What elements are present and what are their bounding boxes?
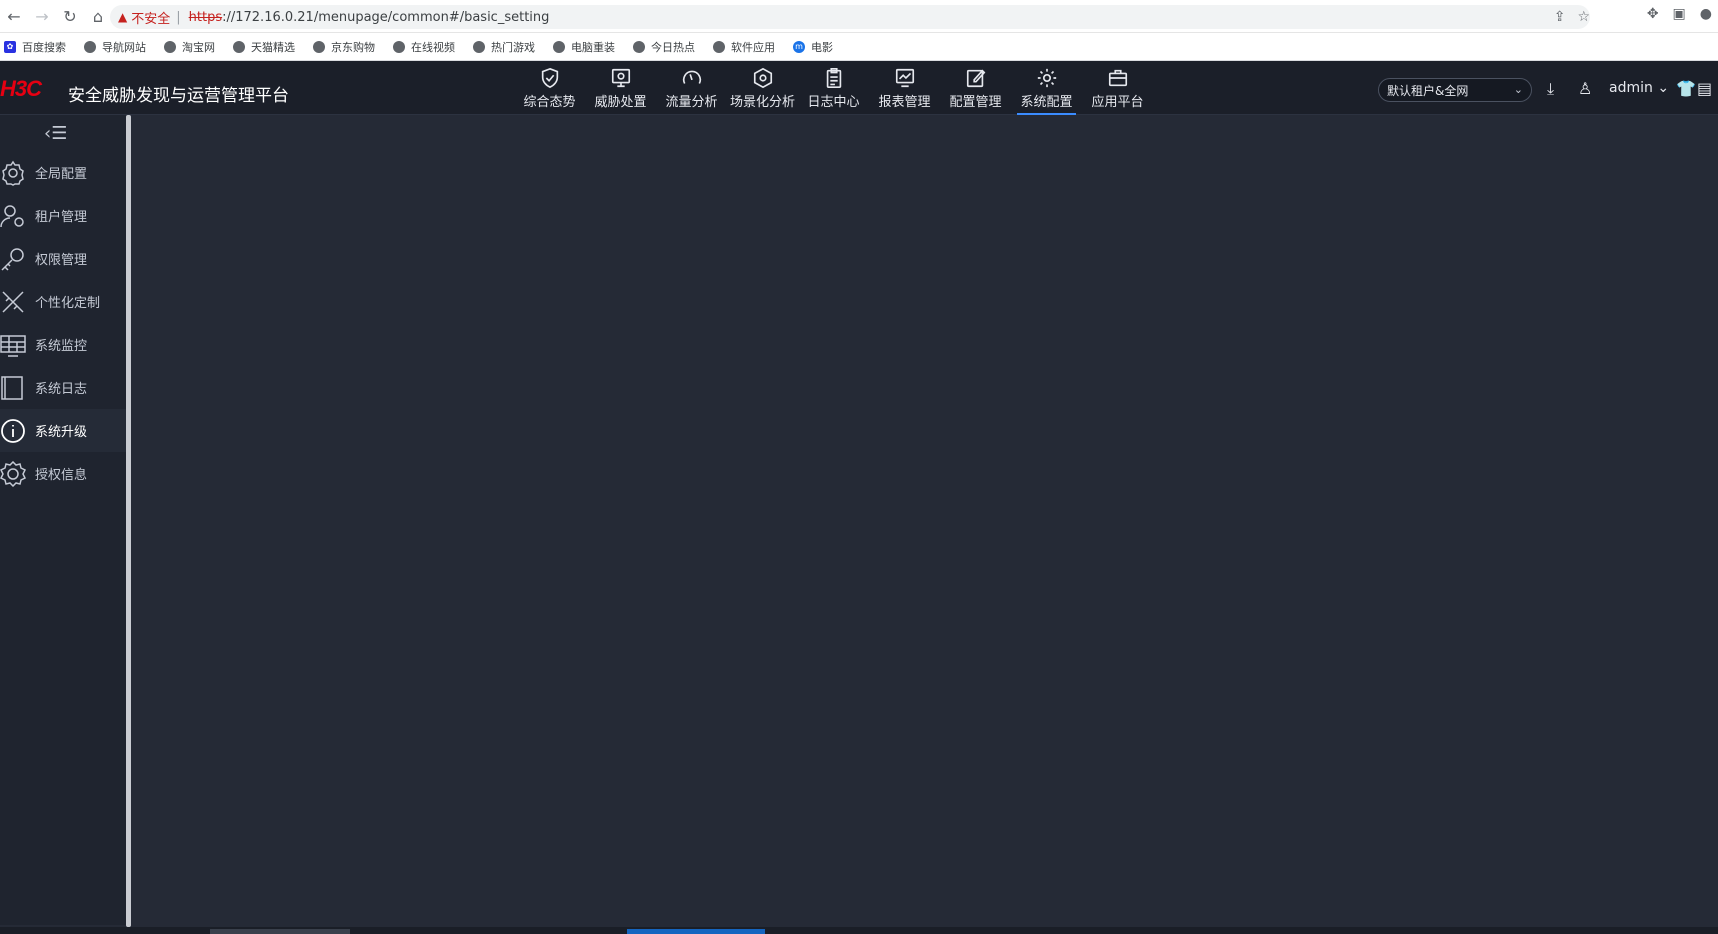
nav-item-report[interactable]: 报表管理: [869, 61, 940, 115]
nav-item-config[interactable]: 配置管理: [940, 61, 1011, 115]
globe-icon: [473, 40, 485, 53]
sidebar-item-upgrade[interactable]: 系统升级: [0, 409, 126, 452]
gear-icon: [2, 160, 24, 186]
nav-item-scenario[interactable]: 场景化分析: [727, 61, 798, 115]
bookmark-item[interactable]: 电脑重装: [553, 39, 615, 55]
chevron-down-icon: ⌄: [1513, 83, 1523, 96]
bottom-scroll-strip: [0, 927, 1718, 934]
download-icon[interactable]: ⤓: [1547, 79, 1554, 99]
globe-icon: [164, 40, 176, 53]
nav-item-threat[interactable]: 威胁处置: [585, 61, 656, 115]
extensions-icon[interactable]: ✥: [1647, 6, 1659, 22]
badge-icon: [0, 460, 26, 487]
warning-icon: ▲: [118, 10, 128, 24]
sidebar-item-license[interactable]: 授权信息: [0, 452, 126, 495]
bookmark-item[interactable]: 京东购物: [313, 39, 375, 55]
collapse-menu-icon[interactable]: ‹☰: [44, 123, 67, 144]
nav-item-traffic[interactable]: 流量分析: [656, 61, 727, 115]
browser-toolbar: ← → ↻ ⌂ ▲ 不安全 | https ://172.16.0.21/men…: [0, 0, 1718, 33]
hexagon-icon: [753, 67, 772, 88]
globe-icon: [553, 40, 565, 53]
info-icon: [1, 418, 25, 443]
book-icon: [1, 375, 23, 400]
baidu-icon: ✿: [4, 40, 16, 53]
edit-icon: [966, 68, 985, 87]
nav-item-overview[interactable]: 综合态势: [514, 61, 585, 115]
security-status: 不安全: [131, 11, 171, 27]
bookmark-item[interactable]: 在线视频: [393, 39, 455, 55]
bookmark-item[interactable]: 软件应用: [713, 39, 775, 55]
sidebar-item-tenant[interactable]: 租户管理: [0, 194, 126, 237]
app-title: 安全威胁发现与运营管理平台: [68, 86, 289, 106]
profile-icon[interactable]: ●: [1700, 6, 1712, 22]
sidepanel-icon[interactable]: ▣: [1673, 6, 1686, 22]
user-icon[interactable]: ♙: [1578, 79, 1592, 98]
globe-icon: [393, 40, 405, 53]
globe-icon: [713, 40, 725, 53]
address-bar[interactable]: ▲ 不安全 | https ://172.16.0.21/menupage/co…: [110, 5, 1590, 29]
bookmark-item[interactable]: 导航网站: [84, 39, 146, 55]
gear-icon: [1037, 68, 1056, 87]
h3c-logo: H3C: [0, 76, 42, 101]
globe-icon: [633, 40, 645, 53]
bookmark-item[interactable]: m 电影: [793, 39, 833, 55]
notes-icon[interactable]: ▤: [1697, 79, 1712, 98]
bookmark-item[interactable]: ✿ 百度搜索: [4, 39, 66, 55]
user-menu[interactable]: admin ⌄: [1609, 80, 1669, 96]
bookmark-item[interactable]: 今日热点: [633, 39, 695, 55]
briefcase-icon: [1108, 69, 1127, 86]
bookmark-item[interactable]: 淘宝网: [164, 39, 215, 55]
gauge-icon: [682, 70, 701, 84]
share-icon[interactable]: ⇪: [1554, 9, 1566, 25]
monitor-alert-icon: [611, 68, 630, 87]
sidebar-item-customize[interactable]: 个性化定制: [0, 280, 126, 323]
key-icon: [1, 247, 24, 271]
forward-icon[interactable]: →: [28, 2, 56, 30]
sidebar-item-syslog[interactable]: 系统日志: [0, 366, 126, 409]
top-navigation: 综合态势 威胁处置 流量分析 场景化分析 日志中心 报表管理 配置管理 系统配置…: [514, 61, 1153, 115]
home-icon[interactable]: ⌂: [84, 2, 112, 30]
shield-check-icon: [541, 67, 558, 88]
scroll-segment[interactable]: [210, 929, 350, 934]
sidebar-item-monitor[interactable]: 系统监控: [0, 323, 126, 366]
sidebar-item-permission[interactable]: 权限管理: [0, 237, 126, 280]
sidebar-menu: 全局配置 租户管理 权限管理 个性化定制 系统监控 系统日志 系统升级 授权信息: [0, 151, 126, 495]
monitor-grid-icon: [0, 334, 26, 357]
url-text: ://172.16.0.21/menupage/common#/basic_se…: [222, 9, 550, 25]
nav-item-system[interactable]: 系统配置: [1011, 61, 1082, 115]
back-icon[interactable]: ←: [0, 2, 28, 30]
scroll-segment-active[interactable]: [627, 929, 765, 934]
sidebar: ‹☰ 全局配置 租户管理 权限管理 个性化定制 系统监控 系统日志 系统升级 授…: [0, 115, 128, 925]
bookmark-item[interactable]: 天猫精选: [233, 39, 295, 55]
url-scheme: https: [188, 9, 223, 25]
user-gear-icon: [0, 204, 24, 227]
star-icon[interactable]: ☆: [1577, 9, 1590, 25]
reload-icon[interactable]: ↻: [56, 2, 84, 30]
chart-monitor-icon: [895, 68, 914, 87]
theme-icon[interactable]: 👕: [1676, 79, 1696, 98]
bookmark-item[interactable]: 热门游戏: [473, 39, 535, 55]
main-content: [131, 115, 1718, 927]
m-icon: m: [793, 40, 805, 53]
nav-item-log[interactable]: 日志中心: [798, 61, 869, 115]
tools-icon: [2, 290, 24, 313]
tenant-select[interactable]: 默认租户&全网 ⌄: [1378, 78, 1532, 102]
globe-icon: [233, 40, 245, 53]
address-separator: |: [176, 9, 181, 25]
nav-item-app-platform[interactable]: 应用平台: [1082, 61, 1153, 115]
bookmarks-bar: ✿ 百度搜索 导航网站 淘宝网 天猫精选 京东购物 在线视频 热门游戏 电脑重装 …: [0, 33, 1718, 61]
globe-icon: [84, 40, 96, 53]
app-header: H3C 安全威胁发现与运营管理平台 综合态势 威胁处置 流量分析 场景化分析 日…: [0, 61, 1718, 115]
clipboard-icon: [826, 67, 841, 88]
globe-icon: [313, 40, 325, 53]
sidebar-item-global-config[interactable]: 全局配置: [0, 151, 126, 194]
